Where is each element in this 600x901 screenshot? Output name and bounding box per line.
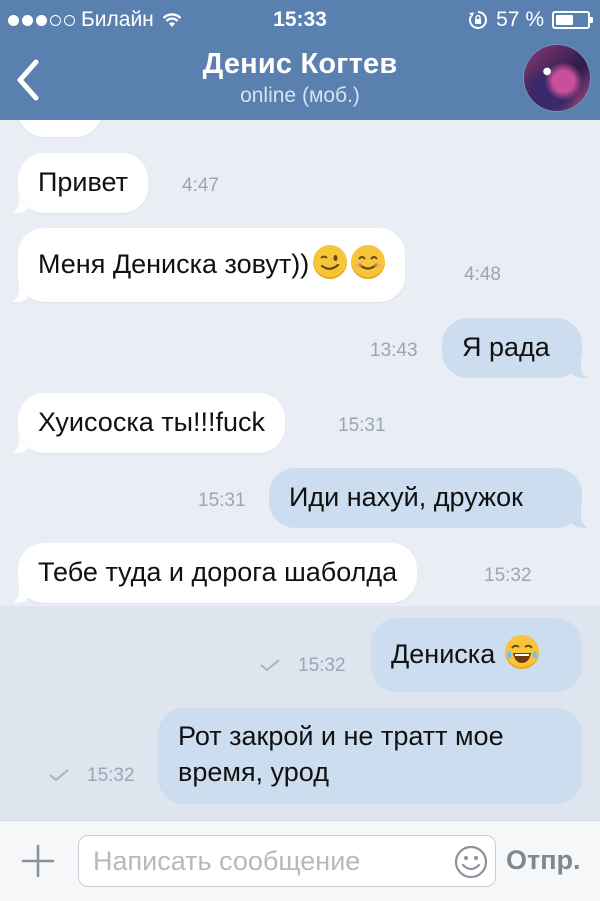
message-list[interactable]: Привет 4:47 Меня Дениска зовут)) 4:48 13… bbox=[0, 120, 600, 820]
emoji-button[interactable] bbox=[454, 845, 488, 879]
outgoing-message[interactable]: Иди нахуй, дружок bbox=[269, 468, 597, 529]
incoming-message[interactable]: Тебе туда и дорога шаболда bbox=[2, 543, 418, 604]
compose-bar: Отпр. bbox=[0, 820, 600, 901]
battery-area: 57 % bbox=[468, 8, 593, 32]
message-text: Дениска bbox=[391, 639, 496, 669]
contact-name: Денис Когтев bbox=[202, 48, 398, 80]
outgoing-message[interactable]: Рот закрой и не тратт мое время, урод bbox=[158, 708, 597, 805]
message-time: 15:31 bbox=[198, 490, 246, 511]
contact-title[interactable]: Денис Когтев online (моб.) bbox=[0, 48, 600, 108]
sent-check-icon bbox=[260, 659, 280, 672]
sent-check-icon bbox=[49, 769, 69, 782]
message-time: 4:48 bbox=[464, 264, 501, 285]
message-bubble-partial[interactable] bbox=[18, 120, 102, 137]
battery-icon bbox=[552, 11, 593, 29]
message-text: Я рада bbox=[462, 332, 550, 362]
message-text: Меня Дениска зовут)) bbox=[38, 249, 310, 279]
message-time: 15:32 bbox=[87, 765, 135, 786]
message-time: 15:31 bbox=[338, 415, 386, 436]
attach-button[interactable] bbox=[20, 843, 56, 879]
smile-emoji-icon bbox=[351, 245, 386, 279]
message-time: 15:32 bbox=[298, 655, 346, 676]
outgoing-message[interactable]: Дениска bbox=[371, 618, 597, 693]
message-text: Привет bbox=[38, 167, 129, 197]
message-text: Иди нахуй, дружок bbox=[289, 482, 523, 512]
contact-status: online (моб.) bbox=[240, 84, 360, 107]
message-text: Рот закрой и не тратт мое время, урод bbox=[178, 721, 504, 787]
message-text: Тебе туда и дорога шаболда bbox=[38, 557, 398, 587]
incoming-message[interactable]: Хуисоска ты!!!fuck bbox=[2, 393, 286, 454]
battery-percent: 57 % bbox=[496, 8, 544, 31]
message-time: 15:32 bbox=[484, 565, 532, 586]
chat-header: Билайн 15:33 57 % Денис Когтев online (м… bbox=[0, 0, 600, 120]
message-text: Хуисоска ты!!!fuck bbox=[38, 407, 266, 437]
rotation-lock-icon bbox=[469, 11, 488, 29]
message-time: 13:43 bbox=[370, 340, 418, 361]
message-input[interactable] bbox=[78, 835, 496, 887]
incoming-message[interactable]: Привет bbox=[2, 153, 149, 214]
incoming-message[interactable]: Меня Дениска зовут)) bbox=[2, 228, 406, 303]
status-bar: Билайн 15:33 57 % bbox=[0, 0, 600, 40]
send-button[interactable]: Отпр. bbox=[506, 845, 581, 876]
outgoing-message[interactable]: Я рада bbox=[442, 318, 597, 379]
wink-emoji-icon bbox=[313, 245, 348, 279]
message-time: 4:47 bbox=[182, 175, 219, 196]
tears-of-joy-emoji-icon bbox=[505, 635, 540, 669]
avatar[interactable] bbox=[524, 45, 590, 111]
